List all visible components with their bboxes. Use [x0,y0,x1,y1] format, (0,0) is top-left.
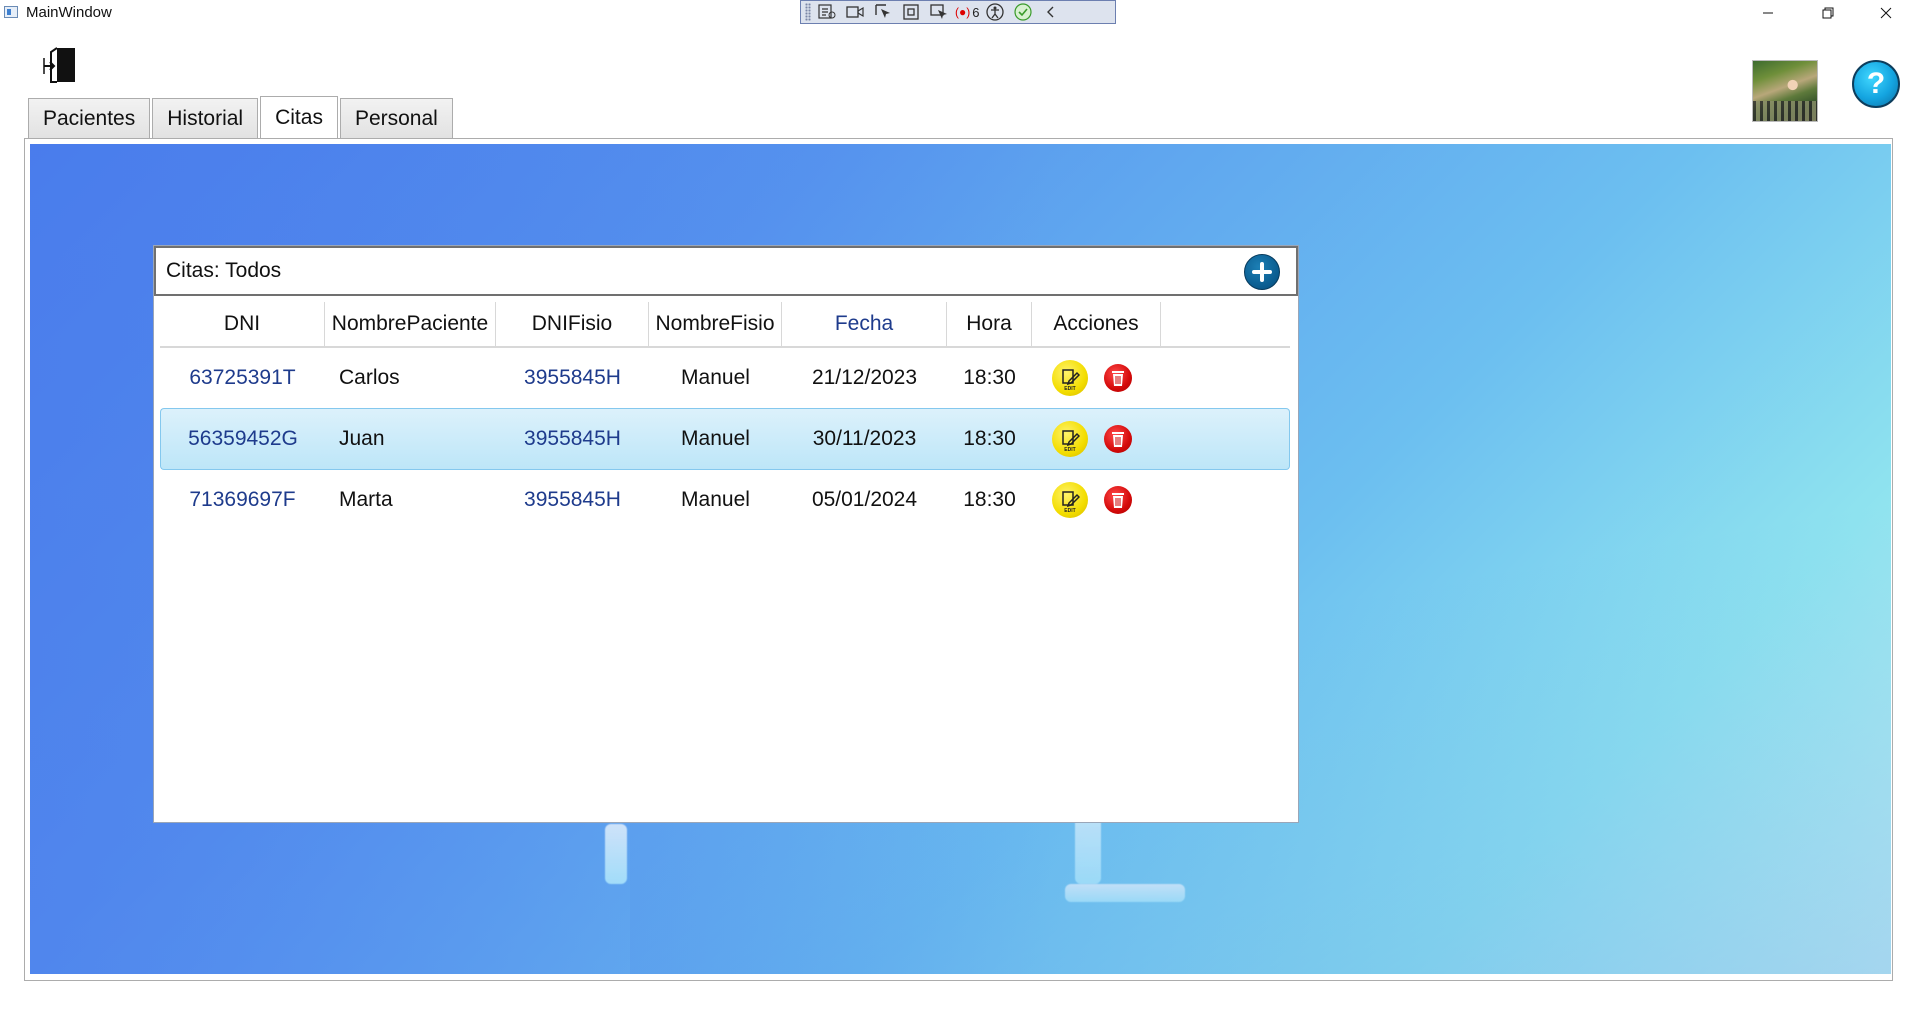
cell-fecha: 30/11/2023 [782,408,947,470]
go-to-live-tree-icon[interactable] [815,2,839,22]
table-row-selected[interactable]: 56359452G Juan 3955845H Manuel 30/11/202… [160,408,1290,470]
edit-icon [1062,369,1080,386]
video-icon[interactable] [843,2,867,22]
delete-button[interactable] [1104,425,1132,453]
column-header-hora[interactable]: Hora [947,302,1032,348]
debug-toolbar: (●) 6 [800,0,1116,24]
cell-fecha: 05/01/2024 [811,488,918,511]
binding-failures-count: 6 [972,4,980,20]
select-element-icon[interactable] [871,2,895,22]
toolbar-grip-icon[interactable] [805,3,811,21]
track-focus-icon[interactable] [927,2,951,22]
collapse-chevron-icon[interactable] [1039,2,1063,22]
cell-nombre-paciente: Juan [325,408,496,470]
delete-button[interactable] [1104,364,1132,392]
citas-panel: Citas: Todos DNI NombrePaciente DNIFisio… [153,245,1299,823]
tab-pacientes[interactable]: Pacientes [28,98,151,138]
cell-hora: 18:30 [947,408,1032,470]
add-icon [1252,262,1272,282]
tab-personal[interactable]: Personal [339,98,453,138]
cell-dni: 56359452G [160,408,325,470]
edit-icon [1062,491,1080,508]
column-header-dni[interactable]: DNI [160,302,325,348]
edit-label: EDIT [1064,386,1076,392]
cell-nombre-fisio: Manuel [649,408,782,470]
citas-table: DNI NombrePaciente DNIFisio NombreFisio … [160,302,1290,530]
edit-icon [1062,430,1080,447]
cell-dni-fisio: 3955845H [496,408,649,470]
cell-acciones: EDIT [1032,348,1161,408]
panel-header: Citas: Todos [154,246,1298,296]
minimize-button[interactable] [1740,0,1796,26]
main-tabs: Pacientes Historial Citas Personal [28,96,455,138]
accessibility-icon[interactable] [983,2,1007,22]
cell-dni-fisio: 3955845H [524,366,621,389]
delete-icon [1112,493,1124,508]
minimize-icon [1763,12,1773,14]
tab-citas[interactable]: Citas [260,96,338,138]
cell-nombre-paciente: Carlos [339,366,400,389]
delete-icon [1112,432,1124,447]
column-header-nombre-paciente[interactable]: NombrePaciente [325,302,496,348]
cell-dni-fisio: 3955845H [524,488,621,511]
edit-label: EDIT [1064,508,1076,514]
binding-failures-icon: (●) [955,5,971,19]
add-cita-button[interactable] [1244,254,1280,290]
binding-failures-counter[interactable]: (●) 6 [955,5,979,20]
cell-filler [1161,348,1290,408]
cell-hora: 18:30 [963,488,1016,511]
column-header-fecha[interactable]: Fecha [782,302,947,348]
cell-nombre-fisio: Manuel [681,488,750,511]
edit-button[interactable]: EDIT [1052,421,1088,457]
cell-dni: 71369697F [189,488,296,511]
column-header-nombre-fisio[interactable]: NombreFisio [649,302,782,348]
close-button[interactable] [1858,0,1914,26]
close-icon [1880,7,1892,19]
edit-label: EDIT [1064,447,1076,453]
cell-hora: 18:30 [963,366,1016,389]
delete-button[interactable] [1104,486,1132,514]
cell-fecha: 21/12/2023 [811,366,918,389]
background-foot [1065,884,1185,902]
edit-button[interactable]: EDIT [1052,360,1088,396]
cell-acciones: EDIT [1032,470,1161,530]
cell-nombre-fisio: Manuel [681,366,750,389]
check-ok-icon[interactable] [1011,2,1035,22]
panel-title: Citas: Todos [166,259,282,282]
cell-nombre-paciente: Marta [339,488,393,511]
cell-dni: 63725391T [189,366,296,389]
tab-historial[interactable]: Historial [152,98,259,138]
cell-filler [1161,408,1290,470]
app-icon [4,6,18,18]
exit-door-icon [43,47,75,83]
help-icon: ? [1866,67,1886,100]
user-avatar[interactable] [1752,60,1818,122]
column-header-filler [1161,302,1290,348]
maximize-icon [1822,7,1834,19]
column-header-dni-fisio[interactable]: DNIFisio [496,302,649,348]
display-layout-adorners-icon[interactable] [899,2,923,22]
delete-icon [1112,371,1124,386]
background-bone-left [605,824,627,884]
column-header-acciones[interactable]: Acciones [1032,302,1161,348]
restore-button[interactable] [1800,0,1856,26]
table-row[interactable]: 63725391T Carlos 3955845H Manuel 21/12/2… [160,348,1290,408]
title-bar: MainWindow (●) 6 [0,0,1917,26]
table-row[interactable]: 71369697F Marta 3955845H Manuel 05/01/20… [160,470,1290,530]
help-button[interactable]: ? [1852,60,1900,108]
table-header-row: DNI NombrePaciente DNIFisio NombreFisio … [160,302,1290,348]
avatar-fence [1753,101,1817,121]
cell-acciones: EDIT [1032,408,1161,470]
window-title: MainWindow [26,4,112,21]
edit-button[interactable]: EDIT [1052,482,1088,518]
logout-button[interactable] [42,46,78,86]
cell-filler [1161,470,1290,530]
